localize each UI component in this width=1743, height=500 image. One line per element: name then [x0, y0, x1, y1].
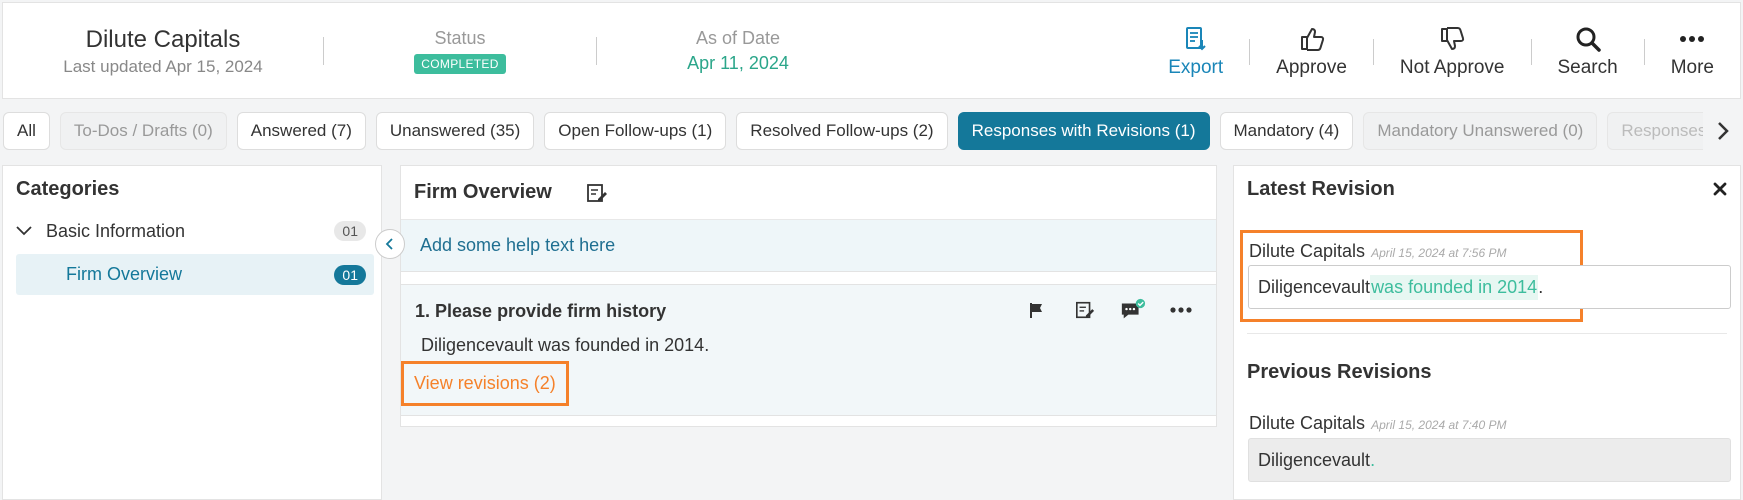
chevron-right-icon [1718, 122, 1729, 140]
section-header: Firm Overview [401, 166, 1216, 220]
previous-revision-text: Diligencevault. [1248, 438, 1731, 482]
previous-revision-author: Dilute Capitals April 15, 2024 at 7:40 PM [1249, 413, 1506, 434]
header-actions: Export Approve Not Approve Search More [1142, 3, 1740, 100]
question-answer: Diligencevault was founded in 2014. [421, 335, 710, 355]
section-panel: Firm Overview Add some help text here 1.… [400, 165, 1217, 427]
export-button[interactable]: Export [1142, 24, 1249, 79]
thumbs-down-icon [1438, 24, 1466, 54]
tab-unanswered[interactable]: Unanswered (35) [375, 112, 535, 150]
latest-revision-title: Latest Revision [1247, 178, 1395, 200]
question-block: 1. Please provide firm history Diligence… [401, 284, 1216, 416]
tab-open-follow-ups[interactable]: Open Follow-ups (1) [544, 112, 727, 150]
edit-note-icon[interactable] [1072, 297, 1098, 323]
page-header: Dilute Capitals Last updated Apr 15, 202… [2, 2, 1741, 99]
more-label: More [1670, 57, 1714, 78]
tab-responses-with-revisions[interactable]: Responses with Revisions (1) [957, 112, 1210, 150]
previous-revision-text-end: . [1370, 449, 1376, 470]
latest-revision-author: Dilute Capitals April 15, 2024 at 7:56 PM [1249, 241, 1506, 262]
collapse-sidebar-button[interactable] [375, 229, 405, 259]
latest-revision-text: Diligencevault was founded in 2014. [1248, 265, 1731, 309]
date-value: Apr 11, 2024 [687, 52, 789, 73]
more-button[interactable]: More [1645, 24, 1740, 79]
section-title: Firm Overview [414, 181, 552, 203]
latest-revision-text-plain: Diligencevault [1258, 276, 1371, 297]
date-label: As of Date [695, 27, 781, 48]
question-actions [1002, 297, 1194, 323]
category-item-firm-overview[interactable]: Firm Overview 01 [16, 254, 374, 295]
chevron-left-icon [385, 238, 393, 250]
search-label: Search [1557, 57, 1618, 78]
not-approve-label: Not Approve [1399, 57, 1505, 78]
view-revisions-link[interactable]: View revisions (2) [401, 361, 569, 406]
divider [1247, 333, 1727, 334]
category-item-count: 01 [334, 264, 366, 285]
export-label: Export [1168, 57, 1224, 78]
chevron-down-icon[interactable] [16, 221, 38, 241]
latest-revision-time: April 15, 2024 at 7:56 PM [1371, 246, 1507, 260]
export-icon [1182, 24, 1210, 54]
question-title: 1. Please provide firm history [415, 301, 667, 321]
comment-resolved-icon[interactable] [1120, 297, 1146, 323]
tab-todos-drafts[interactable]: To-Dos / Drafts (0) [59, 112, 227, 150]
app-frame: Dilute Capitals Last updated Apr 15, 202… [0, 0, 1743, 500]
tab-mandatory-unanswered[interactable]: Mandatory Unanswered (0) [1363, 112, 1598, 150]
tab-answered[interactable]: Answered (7) [236, 112, 366, 150]
more-dots-icon [1678, 24, 1706, 54]
status-badge: COMPLETED [414, 53, 506, 74]
thumbs-up-icon [1298, 24, 1326, 54]
company-block: Dilute Capitals Last updated Apr 15, 202… [3, 25, 323, 77]
tab-all[interactable]: All [3, 112, 50, 150]
revisions-panel: Latest Revision Dilute Capitals April 15,… [1233, 165, 1741, 500]
category-group-label: Basic Information [46, 220, 186, 241]
status-block: Status COMPLETED [324, 28, 596, 74]
last-updated: Last updated Apr 15, 2024 [63, 56, 263, 76]
latest-revision-text-added: was founded in 2014 [1370, 274, 1539, 300]
approve-button[interactable]: Approve [1250, 24, 1373, 79]
flag-icon[interactable] [1024, 297, 1050, 323]
close-icon[interactable] [1710, 179, 1730, 199]
search-button[interactable]: Search [1532, 24, 1644, 79]
approve-label: Approve [1276, 57, 1347, 78]
category-group-count: 01 [334, 221, 366, 241]
edit-note-icon[interactable] [586, 181, 610, 205]
company-name: Dilute Capitals [85, 25, 241, 53]
tab-responses[interactable]: Responses [1607, 112, 1718, 150]
previous-revision-text-plain: Diligencevault [1258, 449, 1371, 470]
latest-revision-author-name: Dilute Capitals [1249, 241, 1366, 261]
categories-panel: Categories Basic Information 01 Firm Ove… [2, 165, 382, 500]
previous-revision-time: April 15, 2024 at 7:40 PM [1371, 418, 1507, 432]
categories-title: Categories [16, 178, 120, 200]
previous-revision-author-name: Dilute Capitals [1249, 413, 1366, 433]
search-icon [1574, 24, 1602, 54]
tab-mandatory[interactable]: Mandatory (4) [1219, 112, 1354, 150]
latest-revision-text-end: . [1538, 276, 1544, 297]
filter-tabs: All To-Dos / Drafts (0) Answered (7) Una… [0, 110, 1743, 152]
more-dots-icon[interactable] [1168, 297, 1194, 323]
category-item-label: Firm Overview [66, 264, 182, 284]
not-approve-button[interactable]: Not Approve [1374, 24, 1531, 79]
status-label: Status [434, 27, 486, 48]
previous-revisions-title: Previous Revisions [1247, 361, 1432, 383]
help-text: Add some help text here [401, 220, 1216, 272]
category-group-basic-information[interactable]: Basic Information 01 [16, 216, 372, 246]
tabs-next-button[interactable] [1703, 110, 1743, 152]
tab-resolved-follow-ups[interactable]: Resolved Follow-ups (2) [736, 112, 948, 150]
date-block: As of Date Apr 11, 2024 [597, 28, 879, 74]
